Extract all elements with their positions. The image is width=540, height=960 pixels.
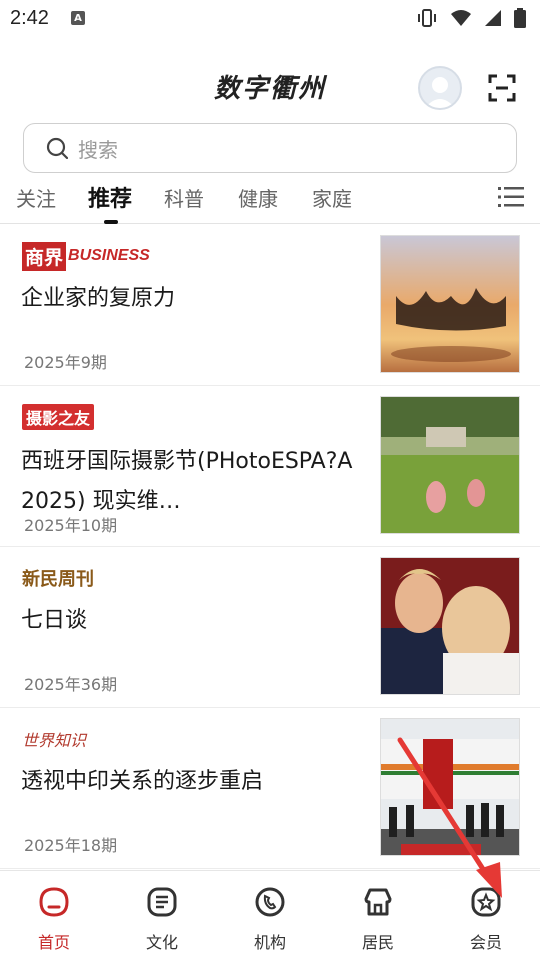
nav-culture[interactable]: 文化 bbox=[122, 885, 202, 953]
status-bar: 2:42 A bbox=[0, 0, 540, 36]
culture-icon bbox=[147, 887, 177, 917]
issue-label: 2025年36期 bbox=[24, 675, 118, 694]
brand-logo: 商界 BUSINESS bbox=[22, 241, 150, 271]
tab-follow[interactable]: 关注 bbox=[16, 183, 56, 212]
article-thumbnail bbox=[380, 396, 520, 534]
tab-science[interactable]: 科普 bbox=[164, 183, 204, 212]
search-input[interactable]: 搜索 bbox=[23, 123, 517, 173]
battery-icon bbox=[514, 8, 526, 28]
search-icon bbox=[46, 137, 68, 159]
nav-home[interactable]: 首页 bbox=[14, 885, 94, 953]
home-icon bbox=[39, 887, 69, 917]
wifi-icon bbox=[451, 10, 471, 26]
bottom-nav: 首页 文化 机构 居民 会员 bbox=[0, 870, 540, 960]
nav-home-label: 首页 bbox=[37, 933, 70, 952]
nav-residents[interactable]: 居民 bbox=[338, 885, 418, 953]
nav-member[interactable]: 会员 bbox=[446, 885, 526, 953]
member-icon bbox=[471, 887, 501, 917]
article-list: 商界 BUSINESS 企业家的复原力 2025年9期 摄影之友 西班牙国际摄影… bbox=[0, 225, 540, 869]
app-header: 数字衢州 bbox=[0, 58, 540, 118]
list-item[interactable]: 摄影之友 西班牙国际摄影节(PHotoESPA?A 2025) 现实维… 202… bbox=[0, 386, 540, 547]
brand-logo: 摄影之友 bbox=[22, 402, 95, 432]
tab-family[interactable]: 家庭 bbox=[312, 183, 352, 212]
list-item[interactable]: 世界知识 透视中印关系的逐步重启 2025年18期 bbox=[0, 708, 540, 869]
article-thumbnail bbox=[380, 718, 520, 856]
issue-label: 2025年9期 bbox=[24, 353, 107, 372]
tab-health[interactable]: 健康 bbox=[238, 183, 278, 212]
nav-organization[interactable]: 机构 bbox=[230, 885, 310, 953]
brand-logo: 新民周刊 bbox=[22, 569, 94, 590]
article-thumbnail bbox=[380, 557, 520, 695]
tab-recommended[interactable]: 推荐 bbox=[88, 181, 132, 213]
nav-member-label: 会员 bbox=[469, 933, 502, 952]
issue-label: 2025年18期 bbox=[24, 836, 118, 855]
nav-culture-label: 文化 bbox=[145, 933, 178, 952]
nav-residents-label: 居民 bbox=[361, 933, 394, 952]
issue-label: 2025年10期 bbox=[24, 516, 118, 535]
article-title: 西班牙国际摄影节(PHotoESPA?A 2025) 现实维… bbox=[21, 449, 353, 514]
residents-icon bbox=[364, 888, 392, 916]
list-item[interactable]: 新民周刊 七日谈 2025年36期 bbox=[0, 547, 540, 708]
search-placeholder: 搜索 bbox=[78, 137, 118, 162]
list-item[interactable]: 商界 BUSINESS 企业家的复原力 2025年9期 bbox=[0, 225, 540, 386]
nav-organization-label: 机构 bbox=[253, 933, 286, 952]
phone-icon bbox=[255, 887, 285, 917]
signal-icon bbox=[485, 10, 501, 26]
avatar[interactable] bbox=[418, 66, 462, 110]
article-title: 企业家的复原力 bbox=[21, 286, 176, 311]
notification-badge: A bbox=[70, 11, 85, 25]
article-thumbnail bbox=[380, 235, 520, 373]
vibrate-icon bbox=[418, 9, 436, 27]
brand-logo: 世界知识 bbox=[22, 731, 87, 750]
article-title: 透视中印关系的逐步重启 bbox=[21, 769, 264, 794]
scan-icon[interactable] bbox=[488, 74, 516, 102]
status-time: 2:42 bbox=[10, 6, 49, 29]
menu-list-icon[interactable] bbox=[498, 184, 524, 210]
category-tabs: 关注 推荐 科普 健康 家庭 bbox=[0, 176, 540, 224]
article-title: 七日谈 bbox=[21, 608, 88, 633]
tab-active-indicator bbox=[104, 220, 118, 224]
